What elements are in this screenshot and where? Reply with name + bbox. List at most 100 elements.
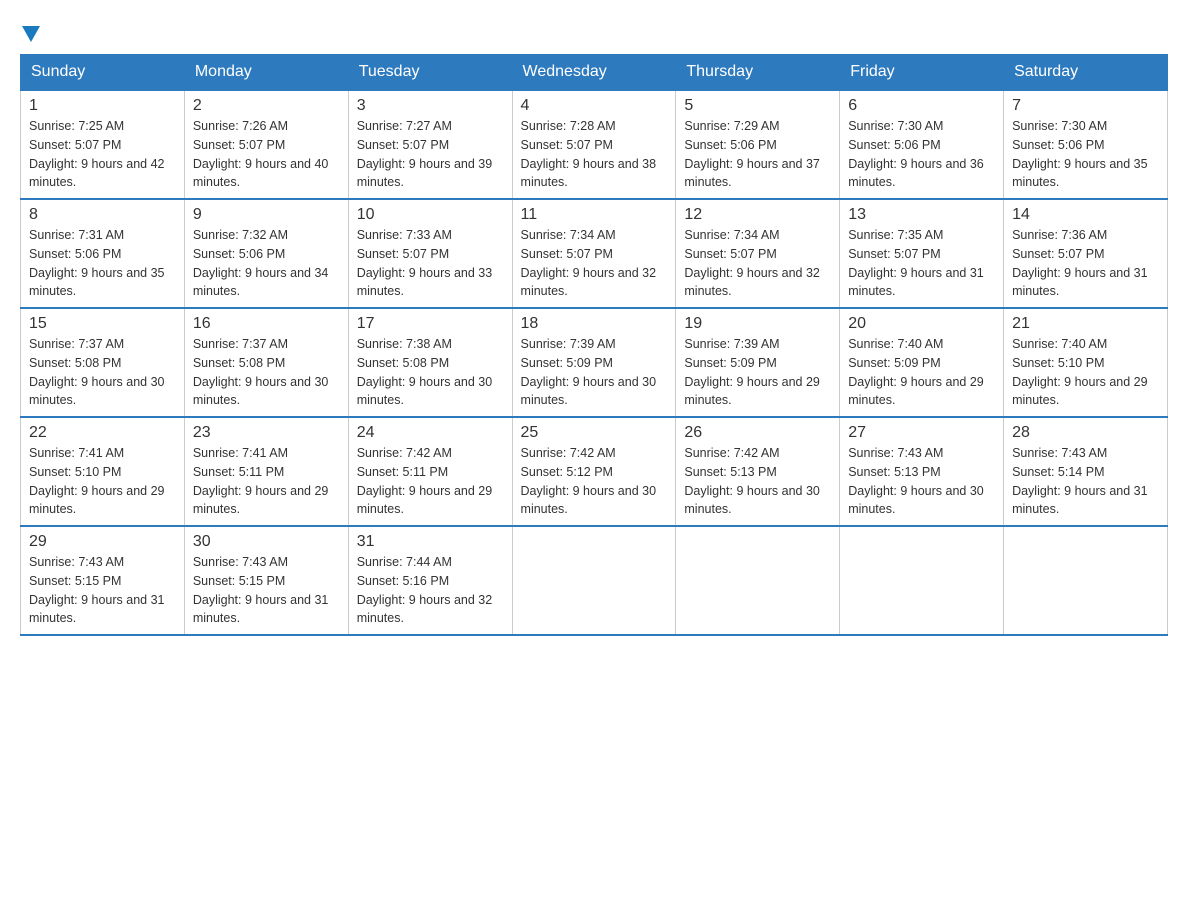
day-cell-19: 19 Sunrise: 7:39 AMSunset: 5:09 PMDayligh… (676, 308, 840, 417)
day-info: Sunrise: 7:27 AMSunset: 5:07 PMDaylight:… (357, 117, 504, 192)
day-info: Sunrise: 7:26 AMSunset: 5:07 PMDaylight:… (193, 117, 340, 192)
day-cell-7: 7 Sunrise: 7:30 AMSunset: 5:06 PMDaylight… (1004, 90, 1168, 199)
week-row-4: 22 Sunrise: 7:41 AMSunset: 5:10 PMDayligh… (21, 417, 1168, 526)
day-info: Sunrise: 7:38 AMSunset: 5:08 PMDaylight:… (357, 335, 504, 410)
empty-cell (676, 526, 840, 635)
day-number: 26 (684, 424, 831, 442)
day-cell-12: 12 Sunrise: 7:34 AMSunset: 5:07 PMDayligh… (676, 199, 840, 308)
day-cell-9: 9 Sunrise: 7:32 AMSunset: 5:06 PMDaylight… (184, 199, 348, 308)
calendar-header-row: SundayMondayTuesdayWednesdayThursdayFrid… (21, 55, 1168, 91)
day-number: 15 (29, 315, 176, 333)
day-cell-2: 2 Sunrise: 7:26 AMSunset: 5:07 PMDaylight… (184, 90, 348, 199)
day-number: 2 (193, 97, 340, 115)
day-info: Sunrise: 7:30 AMSunset: 5:06 PMDaylight:… (848, 117, 995, 192)
day-number: 20 (848, 315, 995, 333)
day-info: Sunrise: 7:37 AMSunset: 5:08 PMDaylight:… (29, 335, 176, 410)
day-number: 28 (1012, 424, 1159, 442)
day-number: 12 (684, 206, 831, 224)
day-number: 4 (521, 97, 668, 115)
day-info: Sunrise: 7:43 AMSunset: 5:15 PMDaylight:… (193, 553, 340, 628)
week-row-5: 29 Sunrise: 7:43 AMSunset: 5:15 PMDayligh… (21, 526, 1168, 635)
day-number: 29 (29, 533, 176, 551)
day-number: 14 (1012, 206, 1159, 224)
day-cell-24: 24 Sunrise: 7:42 AMSunset: 5:11 PMDayligh… (348, 417, 512, 526)
day-info: Sunrise: 7:43 AMSunset: 5:15 PMDaylight:… (29, 553, 176, 628)
calendar-table: SundayMondayTuesdayWednesdayThursdayFrid… (20, 54, 1168, 636)
day-cell-15: 15 Sunrise: 7:37 AMSunset: 5:08 PMDayligh… (21, 308, 185, 417)
day-info: Sunrise: 7:42 AMSunset: 5:11 PMDaylight:… (357, 444, 504, 519)
day-cell-21: 21 Sunrise: 7:40 AMSunset: 5:10 PMDayligh… (1004, 308, 1168, 417)
day-cell-4: 4 Sunrise: 7:28 AMSunset: 5:07 PMDaylight… (512, 90, 676, 199)
day-info: Sunrise: 7:44 AMSunset: 5:16 PMDaylight:… (357, 553, 504, 628)
day-info: Sunrise: 7:35 AMSunset: 5:07 PMDaylight:… (848, 226, 995, 301)
column-header-thursday: Thursday (676, 55, 840, 91)
day-info: Sunrise: 7:39 AMSunset: 5:09 PMDaylight:… (521, 335, 668, 410)
day-info: Sunrise: 7:28 AMSunset: 5:07 PMDaylight:… (521, 117, 668, 192)
day-number: 27 (848, 424, 995, 442)
day-cell-1: 1 Sunrise: 7:25 AMSunset: 5:07 PMDaylight… (21, 90, 185, 199)
day-number: 1 (29, 97, 176, 115)
day-cell-18: 18 Sunrise: 7:39 AMSunset: 5:09 PMDayligh… (512, 308, 676, 417)
day-info: Sunrise: 7:30 AMSunset: 5:06 PMDaylight:… (1012, 117, 1159, 192)
day-number: 13 (848, 206, 995, 224)
empty-cell (840, 526, 1004, 635)
day-cell-5: 5Sunrise: 7:29 AMSunset: 5:06 PMDaylight… (676, 90, 840, 199)
day-cell-6: 6 Sunrise: 7:30 AMSunset: 5:06 PMDaylight… (840, 90, 1004, 199)
column-header-tuesday: Tuesday (348, 55, 512, 91)
day-number: 8 (29, 206, 176, 224)
day-number: 18 (521, 315, 668, 333)
day-number: 6 (848, 97, 995, 115)
day-info: Sunrise: 7:29 AMSunset: 5:06 PMDaylight:… (684, 117, 831, 192)
day-cell-29: 29 Sunrise: 7:43 AMSunset: 5:15 PMDayligh… (21, 526, 185, 635)
day-number: 3 (357, 97, 504, 115)
day-info: Sunrise: 7:40 AMSunset: 5:10 PMDaylight:… (1012, 335, 1159, 410)
day-cell-31: 31 Sunrise: 7:44 AMSunset: 5:16 PMDayligh… (348, 526, 512, 635)
week-row-1: 1 Sunrise: 7:25 AMSunset: 5:07 PMDaylight… (21, 90, 1168, 199)
column-header-friday: Friday (840, 55, 1004, 91)
day-cell-23: 23 Sunrise: 7:41 AMSunset: 5:11 PMDayligh… (184, 417, 348, 526)
day-info: Sunrise: 7:32 AMSunset: 5:06 PMDaylight:… (193, 226, 340, 301)
day-cell-17: 17Sunrise: 7:38 AMSunset: 5:08 PMDayligh… (348, 308, 512, 417)
day-cell-30: 30 Sunrise: 7:43 AMSunset: 5:15 PMDayligh… (184, 526, 348, 635)
day-cell-25: 25Sunrise: 7:42 AMSunset: 5:12 PMDayligh… (512, 417, 676, 526)
day-info: Sunrise: 7:40 AMSunset: 5:09 PMDaylight:… (848, 335, 995, 410)
day-number: 24 (357, 424, 504, 442)
day-info: Sunrise: 7:41 AMSunset: 5:11 PMDaylight:… (193, 444, 340, 519)
day-number: 23 (193, 424, 340, 442)
day-number: 10 (357, 206, 504, 224)
day-info: Sunrise: 7:43 AMSunset: 5:14 PMDaylight:… (1012, 444, 1159, 519)
day-cell-22: 22 Sunrise: 7:41 AMSunset: 5:10 PMDayligh… (21, 417, 185, 526)
day-cell-11: 11Sunrise: 7:34 AMSunset: 5:07 PMDayligh… (512, 199, 676, 308)
logo-triangle-icon (22, 22, 44, 44)
day-info: Sunrise: 7:41 AMSunset: 5:10 PMDaylight:… (29, 444, 176, 519)
day-cell-3: 3 Sunrise: 7:27 AMSunset: 5:07 PMDaylight… (348, 90, 512, 199)
day-cell-16: 16Sunrise: 7:37 AMSunset: 5:08 PMDayligh… (184, 308, 348, 417)
day-cell-8: 8Sunrise: 7:31 AMSunset: 5:06 PMDaylight… (21, 199, 185, 308)
column-header-wednesday: Wednesday (512, 55, 676, 91)
column-header-sunday: Sunday (21, 55, 185, 91)
day-number: 11 (521, 206, 668, 224)
day-info: Sunrise: 7:25 AMSunset: 5:07 PMDaylight:… (29, 117, 176, 192)
week-row-3: 15 Sunrise: 7:37 AMSunset: 5:08 PMDayligh… (21, 308, 1168, 417)
page-header (20, 20, 1168, 44)
day-info: Sunrise: 7:39 AMSunset: 5:09 PMDaylight:… (684, 335, 831, 410)
column-header-saturday: Saturday (1004, 55, 1168, 91)
day-info: Sunrise: 7:34 AMSunset: 5:07 PMDaylight:… (684, 226, 831, 301)
day-number: 16 (193, 315, 340, 333)
day-cell-26: 26Sunrise: 7:42 AMSunset: 5:13 PMDayligh… (676, 417, 840, 526)
day-number: 31 (357, 533, 504, 551)
day-number: 19 (684, 315, 831, 333)
day-number: 25 (521, 424, 668, 442)
day-cell-20: 20 Sunrise: 7:40 AMSunset: 5:09 PMDayligh… (840, 308, 1004, 417)
day-number: 21 (1012, 315, 1159, 333)
day-number: 22 (29, 424, 176, 442)
day-info: Sunrise: 7:33 AMSunset: 5:07 PMDaylight:… (357, 226, 504, 301)
column-header-monday: Monday (184, 55, 348, 91)
empty-cell (512, 526, 676, 635)
week-row-2: 8Sunrise: 7:31 AMSunset: 5:06 PMDaylight… (21, 199, 1168, 308)
day-number: 30 (193, 533, 340, 551)
day-number: 7 (1012, 97, 1159, 115)
day-cell-10: 10 Sunrise: 7:33 AMSunset: 5:07 PMDayligh… (348, 199, 512, 308)
day-number: 9 (193, 206, 340, 224)
logo (20, 20, 44, 44)
